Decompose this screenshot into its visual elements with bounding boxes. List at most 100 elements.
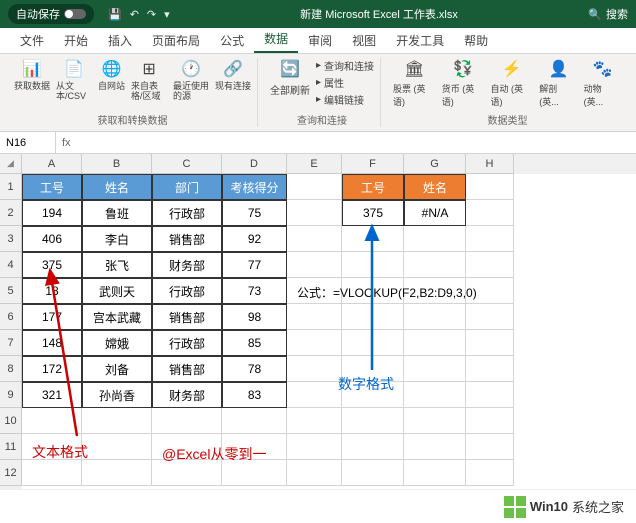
cell[interactable] [152,408,222,434]
cell[interactable] [287,382,342,408]
table-cell[interactable]: 行政部 [152,278,222,304]
cell[interactable] [404,252,466,278]
cell[interactable] [152,460,222,486]
cell[interactable] [404,460,466,486]
table-cell[interactable]: 宫本武藏 [82,304,152,330]
table-cell[interactable]: 孙尚香 [82,382,152,408]
cell[interactable] [287,174,342,200]
table-cell[interactable]: 销售部 [152,304,222,330]
table-cell[interactable]: 行政部 [152,330,222,356]
ribbon-tab-0[interactable]: 文件 [10,28,54,53]
cell[interactable] [342,408,404,434]
table-cell[interactable]: 375 [22,252,82,278]
table-cell[interactable]: 406 [22,226,82,252]
col-header-B[interactable]: B [82,154,152,174]
ribbon-btn[interactable]: ⊞来自表格/区域 [131,58,167,102]
ribbon-tab-8[interactable]: 开发工具 [386,28,454,53]
table-cell[interactable]: 77 [222,252,287,278]
ribbon-tab-2[interactable]: 插入 [98,28,142,53]
cell[interactable] [466,226,514,252]
ribbon-btn[interactable]: 🔗现有连接 [215,58,251,92]
col-header-A[interactable]: A [22,154,82,174]
undo-icon[interactable]: ↶ [130,8,139,21]
row-header-1[interactable]: 1 [0,174,22,200]
table-cell[interactable]: 18 [22,278,82,304]
cell[interactable] [342,226,404,252]
row-header-2[interactable]: 2 [0,200,22,226]
ribbon-btn[interactable]: ⚡自动 (英语) [490,58,533,108]
cell[interactable] [82,408,152,434]
table-header[interactable]: 考核得分 [222,174,287,200]
row-header-4[interactable]: 4 [0,252,22,278]
save-icon[interactable]: 💾 [108,8,122,21]
table-cell[interactable]: 刘备 [82,356,152,382]
cell[interactable] [404,382,466,408]
ribbon-tab-6[interactable]: 审阅 [298,28,342,53]
cell[interactable] [466,408,514,434]
cell[interactable] [82,460,152,486]
row-header-6[interactable]: 6 [0,304,22,330]
col-header-F[interactable]: F [342,154,404,174]
redo-icon[interactable]: ↷ [147,8,156,21]
cell[interactable] [22,408,82,434]
cell[interactable] [22,460,82,486]
table-cell[interactable]: 194 [22,200,82,226]
lookup-cell[interactable]: #N/A [404,200,466,226]
cell[interactable] [287,200,342,226]
row-header-7[interactable]: 7 [0,330,22,356]
table-cell[interactable]: 嫦娥 [82,330,152,356]
lookup-header[interactable]: 工号 [342,174,404,200]
row-header-11[interactable]: 11 [0,434,22,460]
table-cell[interactable]: 鲁班 [82,200,152,226]
cell[interactable] [222,460,287,486]
cell[interactable] [222,408,287,434]
table-cell[interactable]: 财务部 [152,382,222,408]
table-cell[interactable]: 销售部 [152,226,222,252]
fx-icon[interactable]: fx [56,137,77,149]
col-header-H[interactable]: H [466,154,514,174]
ribbon-btn[interactable]: 📄从文本/CSV [56,58,92,102]
cell[interactable] [287,434,342,460]
table-cell[interactable]: 财务部 [152,252,222,278]
cell[interactable] [466,174,514,200]
col-header-D[interactable]: D [222,154,287,174]
cell[interactable] [466,200,514,226]
ribbon-btn[interactable]: 🌐自网站 [98,58,125,92]
ribbon-tab-4[interactable]: 公式 [210,28,254,53]
row-header-5[interactable]: 5 [0,278,22,304]
cell[interactable] [466,382,514,408]
cell[interactable] [404,304,466,330]
search-box[interactable]: 🔍 搜索 [588,6,628,22]
cell[interactable] [287,356,342,382]
table-cell[interactable]: 75 [222,200,287,226]
cell[interactable] [342,304,404,330]
ribbon-btn[interactable]: 🐾动物 (英... [584,58,622,108]
table-cell[interactable]: 321 [22,382,82,408]
ribbon-cmd[interactable]: ▸编辑链接 [316,92,374,107]
row-header-12[interactable]: 12 [0,460,22,486]
table-cell[interactable]: 78 [222,356,287,382]
cell[interactable] [22,434,82,460]
table-cell[interactable]: 销售部 [152,356,222,382]
ribbon-btn[interactable]: 🏛股票 (英语) [393,58,436,108]
table-cell[interactable]: 177 [22,304,82,330]
row-header-8[interactable]: 8 [0,356,22,382]
table-cell[interactable]: 73 [222,278,287,304]
ribbon-tab-7[interactable]: 视图 [342,28,386,53]
cell[interactable] [287,304,342,330]
cell[interactable] [342,434,404,460]
cell[interactable] [404,408,466,434]
cell[interactable] [466,304,514,330]
cell[interactable] [466,460,514,486]
table-cell[interactable]: 92 [222,226,287,252]
col-header-E[interactable]: E [287,154,342,174]
refresh-all-button[interactable]: 🔄 全部刷新 [270,58,310,97]
cell[interactable] [466,252,514,278]
table-cell[interactable]: 148 [22,330,82,356]
table-cell[interactable]: 98 [222,304,287,330]
cell[interactable] [222,434,287,460]
ribbon-btn[interactable]: 📊获取数据 [14,58,50,92]
col-header-G[interactable]: G [404,154,466,174]
cell[interactable] [466,434,514,460]
ribbon-tab-3[interactable]: 页面布局 [142,28,210,53]
